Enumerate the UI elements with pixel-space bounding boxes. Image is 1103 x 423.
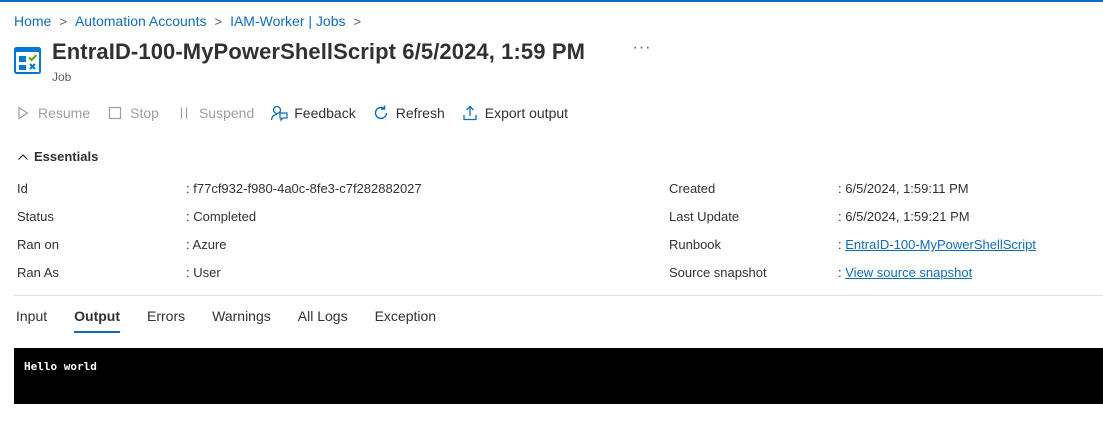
suspend-label: Suspend [198,105,255,121]
essentials-title: Essentials [34,149,99,164]
resume-label: Resume [38,105,91,121]
ran-as: User [193,265,221,280]
essentials-value-id: : f77cf932-f980-4a0c-8fe3-c7f282882027 [186,181,422,196]
colon: : [186,209,190,224]
command-bar: Resume Stop Suspend Feedback Refresh Exp… [14,102,584,124]
tab-exception[interactable]: Exception [375,307,436,333]
export-output-button[interactable]: Export output [461,104,568,122]
essentials-label-last-update: Last Update [669,209,740,224]
feedback-icon [270,104,288,122]
output-console[interactable]: Hello world [14,348,1103,404]
divider [14,295,1103,296]
essentials-value-source-snapshot: : View source snapshot [838,265,972,280]
tab-errors[interactable]: Errors [147,307,185,333]
refresh-icon [372,104,390,122]
essentials-label-ran-on: Ran on [17,237,59,252]
essentials-toggle[interactable]: Essentials [17,149,98,164]
breadcrumb-home[interactable]: Home [14,13,51,29]
job-id: f77cf932-f980-4a0c-8fe3-c7f282882027 [193,181,422,196]
refresh-button[interactable]: Refresh [372,104,445,122]
tab-output[interactable]: Output [74,307,120,333]
upload-icon [461,104,479,122]
colon: : [838,181,842,196]
refresh-label: Refresh [395,105,445,121]
chevron-up-icon [18,153,28,160]
essentials-label-id: Id [17,181,28,196]
stop-label: Stop [130,105,159,121]
essentials-label-ran-as: Ran As [17,265,59,280]
essentials-value-created: : 6/5/2024, 1:59:11 PM [838,181,969,196]
colon: : [186,181,190,196]
output-text: Hello world [24,360,97,373]
essentials-label-source-snapshot: Source snapshot [669,265,767,280]
colon: : [838,209,842,224]
export-output-label: Export output [484,105,569,121]
stop-button[interactable]: Stop [106,104,159,122]
breadcrumb: Home > Automation Accounts > IAM-Worker … [14,12,369,30]
top-accent-line [0,0,1103,2]
suspend-button[interactable]: Suspend [175,104,254,122]
tab-input[interactable]: Input [16,307,47,333]
breadcrumb-separator: > [214,13,223,29]
resume-button[interactable]: Resume [14,104,90,122]
essentials-value-ran-on: : Azure [186,237,227,252]
feedback-button[interactable]: Feedback [270,104,356,122]
tab-all-logs[interactable]: All Logs [298,307,348,333]
view-source-snapshot-link[interactable]: View source snapshot [845,265,972,280]
more-options-button[interactable]: ··· [632,40,652,62]
tab-warnings[interactable]: Warnings [212,307,271,333]
essentials-value-status: : Completed [186,209,256,224]
tab-bar: Input Output Errors Warnings All Logs Ex… [16,307,463,337]
play-icon [14,104,32,122]
colon: : [186,237,190,252]
breadcrumb-iam-worker-jobs[interactable]: IAM-Worker | Jobs [230,13,345,29]
essentials-label-created: Created [669,181,716,196]
created-time: 6/5/2024, 1:59:11 PM [845,181,969,196]
colon: : [186,265,190,280]
ran-on: Azure [192,237,227,252]
essentials-label-runbook: Runbook [669,237,722,252]
breadcrumb-separator: > [353,13,362,29]
feedback-label: Feedback [294,105,356,121]
breadcrumb-separator: > [59,13,67,29]
page-subtitle: Job [52,70,72,84]
job-icon [14,47,41,74]
colon: : [838,265,842,280]
stop-icon [106,104,124,122]
pause-icon [175,104,193,122]
essentials-label-status: Status [17,209,54,224]
last-update-time: 6/5/2024, 1:59:21 PM [845,209,970,224]
essentials-value-ran-as: : User [186,265,221,280]
breadcrumb-automation-accounts[interactable]: Automation Accounts [75,13,207,29]
page-title: EntraID-100-MyPowerShellScript 6/5/2024,… [52,39,586,64]
essentials-value-last-update: : 6/5/2024, 1:59:21 PM [838,209,970,224]
runbook-link[interactable]: EntraID-100-MyPowerShellScript [845,237,1036,252]
job-status: Completed [193,209,257,224]
essentials-value-runbook: : EntraID-100-MyPowerShellScript [838,237,1036,252]
colon: : [838,237,842,252]
